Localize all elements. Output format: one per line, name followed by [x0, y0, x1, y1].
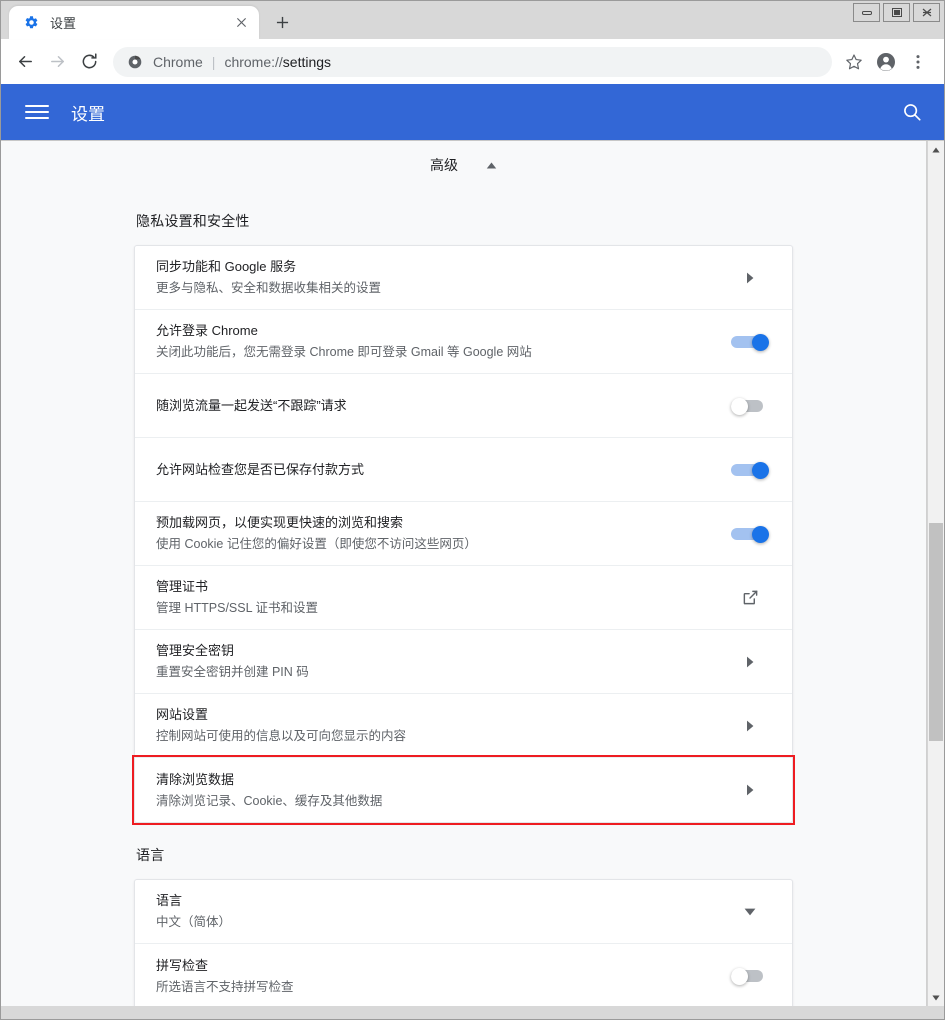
scroll-up-arrow-icon[interactable]: [928, 141, 944, 158]
omnibox-url-prefix: chrome://: [224, 53, 283, 70]
row-title: 同步功能和 Google 服务: [156, 259, 297, 274]
toggle-switch-off[interactable]: [731, 968, 769, 985]
row-title: 清除浏览数据: [156, 771, 235, 787]
gear-icon: [23, 15, 39, 31]
chevron-up-icon[interactable]: [486, 156, 497, 174]
toggle-switch-on[interactable]: [731, 461, 769, 479]
new-tab-button[interactable]: [267, 7, 297, 37]
browser-window: 设置 Chrome | chrome://settings 设置 高级 隐私设置…: [0, 0, 945, 1020]
toggle-spell-check[interactable]: [730, 968, 770, 985]
tab-title: 设置: [50, 16, 77, 31]
omnibox-scheme-label: Chrome: [153, 53, 203, 70]
row-title: 管理证书: [156, 579, 209, 594]
toggle-payment-methods-check[interactable]: [730, 461, 770, 479]
section-title-languages: 语言: [136, 847, 165, 863]
row-subtitle: 关闭此功能后，您无需登录 Chrome 即可登录 Gmail 等 Google …: [156, 345, 532, 359]
row-title: 预加载网页，以便实现更快速的浏览和搜索: [156, 515, 404, 530]
omnibox-url: chrome://settings: [224, 54, 331, 70]
row-sync-google-services[interactable]: 同步功能和 Google 服务 更多与隐私、安全和数据收集相关的设置: [135, 246, 792, 310]
row-payment-methods-check[interactable]: 允许网站检查您是否已保存付款方式: [135, 438, 792, 502]
row-do-not-track[interactable]: 随浏览流量一起发送“不跟踪”请求: [135, 374, 792, 438]
row-allow-chrome-signin[interactable]: 允许登录 Chrome 关闭此功能后，您无需登录 Chrome 即可登录 Gma…: [135, 310, 792, 374]
row-manage-security-keys[interactable]: 管理安全密钥 重置安全密钥并创建 PIN 码: [135, 630, 792, 694]
toggle-preload-pages[interactable]: [730, 525, 770, 543]
section-title-privacy: 隐私设置和安全性: [136, 213, 250, 229]
chevron-right-icon[interactable]: [730, 784, 770, 796]
row-title: 管理安全密钥: [156, 643, 235, 658]
toggle-switch-off[interactable]: [731, 397, 769, 415]
row-subtitle: 使用 Cookie 记住您的偏好设置（即使您不访问这些网页）: [156, 537, 477, 551]
scroll-down-arrow-icon[interactable]: [928, 989, 944, 1006]
omnibox-url-suffix: settings: [282, 53, 332, 70]
chevron-right-icon[interactable]: [730, 656, 770, 668]
toggle-switch-on[interactable]: [731, 333, 769, 351]
page-title: 设置: [71, 104, 105, 124]
chevron-down-icon[interactable]: [730, 908, 770, 916]
row-title: 允许登录 Chrome: [156, 323, 258, 338]
vertical-scrollbar[interactable]: [927, 141, 944, 1006]
browser-toolbar: Chrome | chrome://settings: [1, 39, 944, 84]
advanced-collapse-header[interactable]: 高级: [1, 141, 926, 189]
section-languages: 语言 语言 中文（简体） 拼写检查 所选语言不支持拼写检查: [1, 823, 926, 1006]
address-bar[interactable]: Chrome | chrome://settings: [113, 46, 832, 77]
chevron-right-icon[interactable]: [730, 720, 770, 732]
row-spell-check[interactable]: 拼写检查 所选语言不支持拼写检查: [135, 944, 792, 1006]
scrollbar-thumb[interactable]: [929, 523, 943, 741]
settings-scroll-region: 高级 隐私设置和安全性 同步功能和 Google 服务 更多与隐私、安全和数据收…: [1, 141, 927, 1006]
window-controls: [850, 3, 940, 22]
back-button[interactable]: [9, 46, 41, 78]
row-title: 语言: [156, 893, 183, 908]
row-subtitle: 所选语言不支持拼写检查: [156, 979, 294, 994]
row-subtitle: 更多与隐私、安全和数据收集相关的设置: [156, 281, 382, 295]
profile-avatar-icon[interactable]: [870, 46, 902, 78]
search-icon[interactable]: [900, 100, 924, 124]
reload-button[interactable]: [73, 46, 105, 78]
close-icon[interactable]: [231, 13, 251, 33]
row-clear-browsing-data[interactable]: 清除浏览数据 清除浏览记录、Cookie、缓存及其他数据: [132, 755, 795, 825]
row-title: 拼写检查: [156, 957, 209, 973]
browser-menu-button[interactable]: [902, 46, 934, 78]
minimize-button[interactable]: [853, 3, 880, 22]
advanced-label: 高级: [430, 157, 458, 173]
settings-header: 设置: [1, 84, 944, 140]
row-title: 允许网站检查您是否已保存付款方式: [156, 461, 365, 477]
row-site-settings[interactable]: 网站设置 控制网站可使用的信息以及可向您显示的内容: [135, 694, 792, 758]
external-link-icon[interactable]: [730, 589, 770, 606]
row-subtitle: 控制网站可使用的信息以及可向您显示的内容: [156, 729, 407, 743]
omnibox-separator: |: [211, 53, 216, 70]
languages-card: 语言 中文（简体） 拼写检查 所选语言不支持拼写检查: [134, 879, 793, 1006]
chevron-right-icon[interactable]: [730, 272, 770, 284]
row-subtitle: 中文（简体）: [156, 915, 232, 929]
row-subtitle: 清除浏览记录、Cookie、缓存及其他数据: [156, 793, 383, 808]
privacy-card: 同步功能和 Google 服务 更多与隐私、安全和数据收集相关的设置 允许登录 …: [132, 245, 795, 825]
row-subtitle: 管理 HTTPS/SSL 证书和设置: [156, 601, 319, 615]
forward-button[interactable]: [41, 46, 73, 78]
chrome-logo-icon: [127, 54, 143, 70]
close-button[interactable]: [913, 3, 940, 22]
tab-settings[interactable]: 设置: [9, 6, 259, 39]
row-title: 随浏览流量一起发送“不跟踪”请求: [156, 397, 347, 413]
toggle-allow-chrome-signin[interactable]: [730, 333, 770, 351]
row-language[interactable]: 语言 中文（简体）: [135, 880, 792, 944]
toggle-switch-on[interactable]: [731, 525, 769, 543]
hamburger-icon[interactable]: [25, 100, 49, 124]
row-manage-certificates[interactable]: 管理证书 管理 HTTPS/SSL 证书和设置: [135, 566, 792, 630]
row-title: 网站设置: [156, 707, 209, 722]
bookmark-star-icon[interactable]: [838, 46, 870, 78]
row-subtitle: 重置安全密钥并创建 PIN 码: [156, 665, 309, 679]
toggle-do-not-track[interactable]: [730, 397, 770, 415]
tab-strip: 设置: [1, 1, 944, 39]
content-area: 高级 隐私设置和安全性 同步功能和 Google 服务 更多与隐私、安全和数据收…: [1, 140, 944, 1006]
section-privacy: 隐私设置和安全性 同步功能和 Google 服务 更多与隐私、安全和数据收集相关…: [1, 189, 926, 825]
row-preload-pages[interactable]: 预加载网页，以便实现更快速的浏览和搜索 使用 Cookie 记住您的偏好设置（即…: [135, 502, 792, 566]
maximize-button[interactable]: [883, 3, 910, 22]
